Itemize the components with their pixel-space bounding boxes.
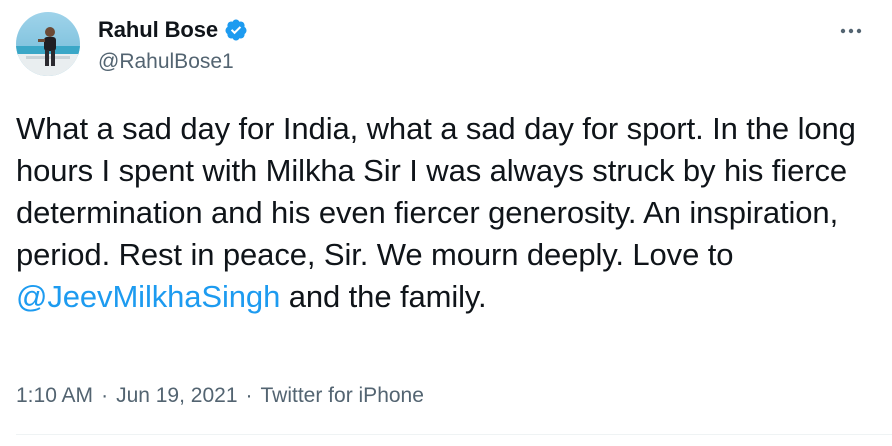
mention-link[interactable]: @JeevMilkhaSingh (16, 279, 280, 314)
meta-separator: · (101, 384, 109, 407)
tweet-text: What a sad day for India, what a sad day… (16, 108, 876, 318)
handle[interactable]: @RahulBose1 (98, 50, 248, 74)
tweet-text-part: and the family. (280, 279, 487, 314)
more-options-button[interactable] (836, 18, 866, 44)
tweet-date[interactable]: Jun 19, 2021 (116, 384, 237, 408)
profile-photo-icon (16, 12, 80, 76)
name-row: Rahul Bose (98, 16, 248, 44)
tweet-source[interactable]: Twitter for iPhone (261, 384, 424, 408)
meta-separator: · (245, 384, 253, 407)
author-info: Rahul Bose @RahulBose1 (98, 16, 248, 74)
ellipsis-icon (840, 28, 862, 34)
verified-badge-icon (224, 18, 248, 42)
tweet: Rahul Bose @RahulBose1 What a sad day fo… (0, 0, 892, 446)
tweet-time[interactable]: 1:10 AM (16, 384, 93, 408)
avatar[interactable] (16, 12, 80, 76)
tweet-meta: 1:10 AM · Jun 19, 2021 · Twitter for iPh… (16, 384, 424, 408)
display-name[interactable]: Rahul Bose (98, 17, 218, 43)
tweet-text-part: What a sad day for India, what a sad day… (16, 111, 865, 272)
divider (16, 434, 892, 435)
